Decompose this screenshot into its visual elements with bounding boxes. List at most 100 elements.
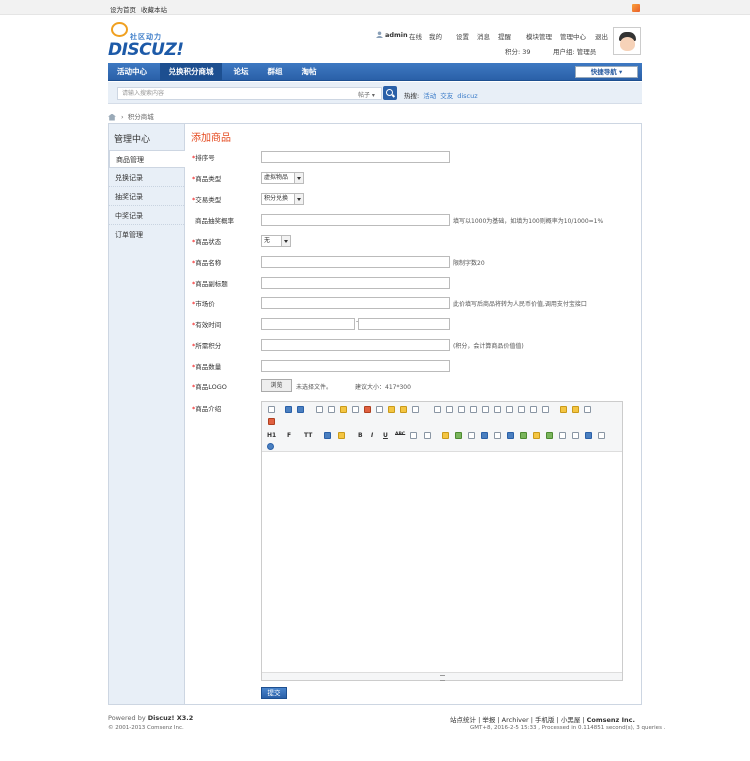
logout-link[interactable]: 退出 (595, 31, 608, 41)
product-link[interactable]: Discuz! X3.2 (148, 714, 194, 722)
name-input[interactable] (261, 256, 450, 268)
blacklist-link[interactable]: 小黑屋 (561, 716, 581, 724)
link-icon[interactable] (585, 432, 592, 439)
attachment-icon[interactable] (494, 432, 501, 439)
sidebar-item-product-manage[interactable]: 商品管理 (109, 150, 185, 168)
search-mode-select[interactable]: 帖子 ▾ (358, 90, 375, 99)
underline-button[interactable]: U (383, 432, 388, 439)
usergroup-menu[interactable]: 用户组: 管理员 (553, 46, 596, 56)
bookmark-link[interactable]: 收藏本站 (141, 4, 167, 14)
messages-link[interactable]: 消息 (477, 31, 490, 41)
preview-icon[interactable] (316, 406, 323, 413)
breadcrumb-current[interactable]: 积分商城 (128, 113, 154, 121)
module-manage-link[interactable]: 模块管理 (526, 31, 552, 41)
anchor-icon[interactable] (572, 432, 579, 439)
site-logo[interactable]: 社区动力 DISCUZ! (108, 22, 184, 60)
set-homepage-link[interactable]: 设为首页 (110, 4, 136, 14)
nav-item-group[interactable]: 群组 (260, 63, 290, 81)
font-button[interactable]: F (287, 432, 291, 439)
credit-input[interactable] (261, 339, 450, 351)
unlink-icon[interactable] (598, 432, 605, 439)
status-select[interactable]: 无 (261, 235, 291, 247)
settings-link[interactable]: 设置 (456, 31, 469, 41)
image-icon[interactable] (442, 432, 449, 439)
eraser-icon[interactable] (424, 432, 431, 439)
sort-input[interactable] (261, 151, 450, 163)
credits-menu[interactable]: 积分: 39 (505, 46, 531, 56)
justify-icon[interactable] (470, 406, 477, 413)
ordered-list-icon[interactable] (482, 406, 489, 413)
nav-item-activity[interactable]: 活动中心 (108, 63, 156, 81)
paste-word-icon[interactable] (412, 406, 419, 413)
hot-item-1[interactable]: 活动 (423, 92, 436, 100)
sidebar-item-exchange-log[interactable]: 兑换记录 (109, 169, 184, 187)
sidebar-item-lottery-log[interactable]: 抽奖记录 (109, 188, 184, 206)
code-icon[interactable] (352, 406, 359, 413)
print-icon[interactable] (328, 406, 335, 413)
nav-item-credit-mall[interactable]: 兑换积分商城 (160, 63, 222, 81)
flash-icon[interactable] (468, 432, 475, 439)
align-right-icon[interactable] (458, 406, 465, 413)
font-size-button[interactable]: TT (304, 432, 312, 439)
paste-text-icon[interactable] (400, 406, 407, 413)
product-type-select[interactable]: 虚拟物品 (261, 172, 304, 184)
search-icon[interactable] (383, 86, 397, 100)
browse-button[interactable]: 浏览 (261, 379, 292, 392)
username-link[interactable]: admin (385, 31, 408, 39)
admin-center-link[interactable]: 管理中心 (560, 31, 586, 41)
quantity-input[interactable] (261, 360, 450, 372)
home-icon[interactable] (108, 113, 116, 121)
probability-input[interactable] (261, 214, 450, 226)
unordered-list-icon[interactable] (494, 406, 501, 413)
insert-table-icon[interactable] (507, 432, 514, 439)
font-color-icon[interactable] (324, 432, 331, 439)
indent-icon[interactable] (506, 406, 513, 413)
paste-icon[interactable] (388, 406, 395, 413)
italic-button[interactable]: I (371, 432, 373, 439)
fullscreen-icon[interactable] (268, 418, 275, 425)
bold-button[interactable]: B (358, 432, 363, 439)
price-input[interactable] (261, 297, 450, 309)
undo-icon[interactable] (285, 406, 292, 413)
emoticon-icon[interactable] (533, 432, 540, 439)
page-break-icon[interactable] (559, 432, 566, 439)
search-input[interactable]: 请输入搜索内容 (117, 87, 382, 100)
hot-item-3[interactable]: discuz (457, 92, 477, 100)
special-char-icon[interactable] (546, 432, 553, 439)
format-painter-icon[interactable] (584, 406, 591, 413)
submit-button[interactable]: 提交 (261, 687, 287, 699)
align-left-icon[interactable] (434, 406, 441, 413)
rich-text-editor[interactable]: H1 F TT B I U ABC (261, 401, 623, 681)
editor-resize-handle[interactable] (262, 672, 622, 681)
notifications-link[interactable]: 提醒 (498, 31, 511, 41)
end-time-input[interactable] (358, 318, 450, 330)
multi-image-icon[interactable] (455, 432, 462, 439)
template-icon[interactable] (340, 406, 347, 413)
help-icon[interactable] (267, 443, 274, 450)
report-link[interactable]: 举报 (482, 716, 495, 724)
strikethrough-button[interactable]: ABC (395, 432, 405, 437)
avatar[interactable] (613, 27, 641, 55)
trade-type-select[interactable]: 积分兑换 (261, 193, 304, 205)
my-menu-link[interactable]: 我的 (429, 31, 442, 41)
copy-icon[interactable] (376, 406, 383, 413)
nav-item-forum[interactable]: 论坛 (226, 63, 256, 81)
hr-icon[interactable] (520, 432, 527, 439)
heading-button[interactable]: H1 (267, 432, 276, 439)
outdent-icon[interactable] (518, 406, 525, 413)
subtitle-input[interactable] (261, 277, 450, 289)
media-icon[interactable] (481, 432, 488, 439)
clear-format-icon[interactable] (560, 406, 567, 413)
align-center-icon[interactable] (446, 406, 453, 413)
cut-icon[interactable] (364, 406, 371, 413)
archiver-link[interactable]: Archiver (502, 716, 529, 724)
stats-link[interactable]: 站点统计 (450, 716, 476, 724)
select-all-icon[interactable] (572, 406, 579, 413)
source-icon[interactable] (268, 406, 275, 413)
mobile-link[interactable]: 手机版 (535, 716, 555, 724)
subscript-icon[interactable] (530, 406, 537, 413)
highlight-icon[interactable] (338, 432, 345, 439)
online-status[interactable]: 在线 (409, 31, 422, 41)
superscript-icon[interactable] (542, 406, 549, 413)
table-icon[interactable] (410, 432, 417, 439)
